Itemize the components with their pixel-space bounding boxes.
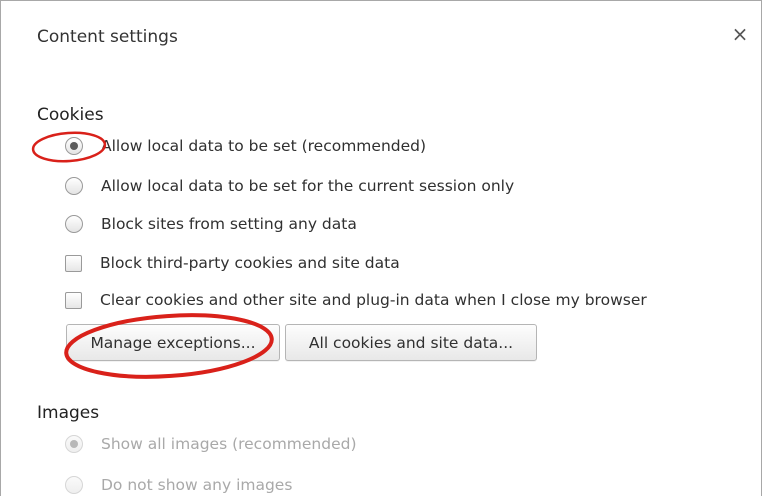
checkbox-label: Clear cookies and other site and plug-in…	[100, 291, 647, 309]
radio-block-sites[interactable]: Block sites from setting any data	[65, 212, 357, 236]
checkbox-clear-on-close[interactable]: Clear cookies and other site and plug-in…	[65, 288, 647, 312]
close-icon[interactable]: ×	[729, 23, 751, 45]
checkbox-label: Block third-party cookies and site data	[100, 254, 400, 272]
images-heading: Images	[37, 403, 100, 423]
radio-show-all-images[interactable]: Show all images (recommended)	[65, 432, 357, 456]
radio-button-checked[interactable]	[65, 435, 83, 453]
annotation-overlay	[31, 131, 274, 379]
radio-label: Allow local data to be set (recommended)	[101, 137, 427, 155]
checkbox[interactable]	[65, 291, 82, 309]
manage-exceptions-button[interactable]: Manage exceptions...	[66, 324, 280, 361]
content-settings-dialog: Content settings × Cookies Allow local d…	[0, 0, 762, 496]
all-cookies-and-site-data-button[interactable]: All cookies and site data...	[285, 324, 537, 361]
radio-label: Do not show any images	[101, 476, 293, 494]
radio-button[interactable]	[65, 177, 83, 195]
radio-label: Block sites from setting any data	[101, 215, 357, 233]
radio-button[interactable]	[65, 215, 83, 233]
dialog-title: Content settings	[37, 27, 178, 47]
radio-label: Allow local data to be set for the curre…	[101, 177, 515, 195]
radio-allow-local-data[interactable]: Allow local data to be set (recommended)	[65, 134, 426, 158]
radio-label: Show all images (recommended)	[101, 435, 357, 453]
radio-do-not-show-images[interactable]: Do not show any images	[65, 473, 292, 497]
cookies-heading: Cookies	[37, 105, 104, 125]
checkbox-block-third-party[interactable]: Block third-party cookies and site data	[65, 251, 400, 275]
radio-session-only[interactable]: Allow local data to be set for the curre…	[65, 174, 514, 198]
radio-button-checked[interactable]	[65, 137, 83, 155]
checkbox[interactable]	[65, 254, 82, 272]
radio-button[interactable]	[65, 476, 83, 494]
